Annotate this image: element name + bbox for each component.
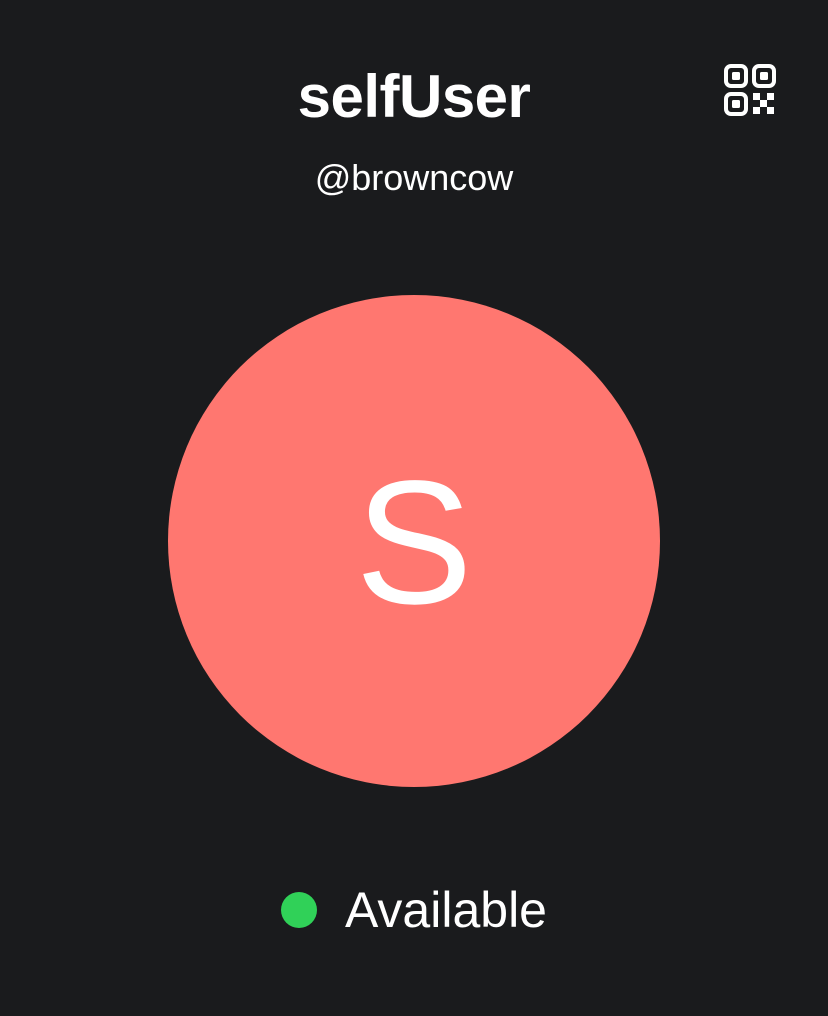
- profile-name: selfUser: [297, 63, 531, 130]
- profile-screen: selfUser @browncow S Available: [0, 0, 828, 1016]
- qr-code-button[interactable]: [722, 62, 778, 118]
- profile-handle: @browncow: [314, 157, 514, 198]
- status-dot-icon: [280, 892, 317, 928]
- avatar-initial: S: [355, 445, 473, 641]
- status-label: Available: [344, 882, 547, 938]
- qr-code-icon: [724, 64, 776, 116]
- avatar[interactable]: S: [168, 295, 660, 787]
- availability-status-button[interactable]: Available: [0, 878, 828, 942]
